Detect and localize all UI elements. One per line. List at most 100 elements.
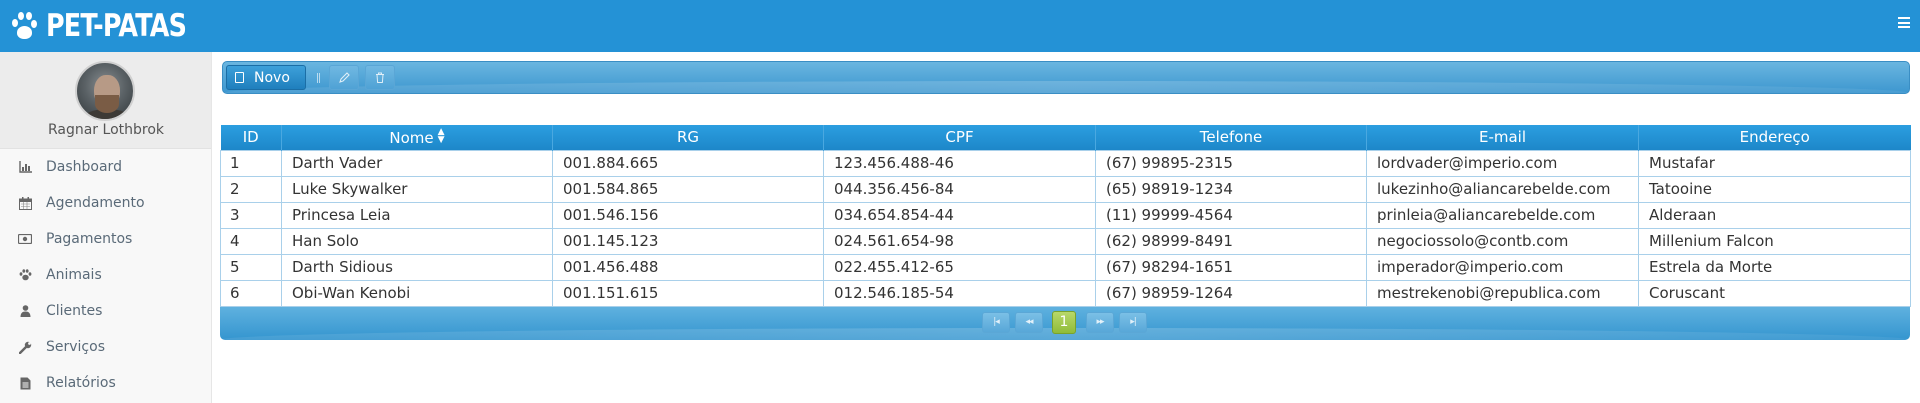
sidebar-item-dashboard[interactable]: Dashboard	[0, 149, 211, 185]
cell-email: lukezinho@aliancarebelde.com	[1366, 175, 1639, 203]
cell-id: 2	[220, 175, 282, 203]
cell-email: imperador@imperio.com	[1366, 253, 1639, 281]
cell-rg: 001.145.123	[552, 227, 824, 255]
cell-telefone: (11) 99999-4564	[1095, 201, 1367, 229]
column-header-id[interactable]: ID	[220, 125, 282, 150]
column-header-endereco[interactable]: Endereço	[1638, 125, 1911, 150]
cell-cpf: 024.561.654-98	[823, 227, 1096, 255]
sidebar-item-label: Animais	[46, 267, 102, 283]
new-button[interactable]: Novo	[226, 65, 306, 90]
sidebar-item-label: Serviços	[46, 339, 105, 355]
cell-cpf: 044.356.456-84	[823, 175, 1096, 203]
cell-rg: 001.884.665	[552, 149, 824, 177]
cell-cpf: 012.546.185-54	[823, 279, 1096, 307]
cell-endereco: Coruscant	[1638, 279, 1911, 307]
cell-endereco: Alderaan	[1638, 201, 1911, 229]
cell-nome: Princesa Leia	[281, 201, 553, 229]
cell-cpf: 034.654.854-44	[823, 201, 1096, 229]
cell-id: 3	[220, 201, 282, 229]
cell-email: lordvader@imperio.com	[1366, 149, 1639, 177]
wrench-icon	[18, 340, 32, 354]
column-header-nome[interactable]: Nome ▲ ▼	[281, 125, 553, 150]
current-page-button[interactable]: 1	[1052, 310, 1076, 334]
sidebar-item-pagamentos[interactable]: Pagamentos	[0, 221, 211, 257]
cell-nome: Han Solo	[281, 227, 553, 255]
cell-rg: 001.584.865	[552, 175, 824, 203]
cell-id: 4	[220, 227, 282, 255]
sidebar: Ragnar Lothbrok Dashboard Agendamento Pa…	[0, 52, 212, 403]
first-page-button[interactable]: |◂	[982, 311, 1010, 333]
cell-nome: Luke Skywalker	[281, 175, 553, 203]
sidebar-item-agendamento[interactable]: Agendamento	[0, 185, 211, 221]
cell-email: mestrekenobi@republica.com	[1366, 279, 1639, 307]
toolbar: Novo	[222, 61, 1910, 94]
table-header: ID Nome ▲ ▼ RG CPF Telefone E-mail Endereç…	[220, 125, 1911, 150]
column-header-email[interactable]: E-mail	[1366, 125, 1639, 150]
document-icon	[235, 72, 244, 83]
cell-nome: Obi-Wan Kenobi	[281, 279, 553, 307]
calendar-icon	[18, 196, 32, 210]
cell-email: prinleia@aliancarebelde.com	[1366, 201, 1639, 229]
sidebar-item-clientes[interactable]: Clientes	[0, 293, 211, 329]
table-row[interactable]: 4 Han Solo 001.145.123 024.561.654-98 (6…	[220, 227, 1911, 255]
cell-telefone: (67) 99895-2315	[1095, 149, 1367, 177]
clients-table: ID Nome ▲ ▼ RG CPF Telefone E-mail Endereç…	[220, 125, 1911, 340]
sort-icon: ▲ ▼	[437, 126, 445, 145]
pagination-bar: |◂ ◂◂ 1 ▸▸ ▸|	[220, 306, 1910, 340]
sidebar-item-servicos[interactable]: Serviços	[0, 329, 211, 365]
column-header-rg[interactable]: RG	[552, 125, 824, 150]
sidebar-item-label: Relatórios	[46, 375, 116, 391]
cell-nome: Darth Sidious	[281, 253, 553, 281]
new-button-label: Novo	[254, 69, 290, 86]
app-logo[interactable]: PET-PATAS	[10, 8, 217, 44]
column-header-cpf[interactable]: CPF	[823, 125, 1096, 150]
paw-icon	[10, 10, 38, 42]
cell-nome: Darth Vader	[281, 149, 553, 177]
cell-endereco: Mustafar	[1638, 149, 1911, 177]
profile-name: Ragnar Lothbrok	[47, 122, 165, 138]
cell-email: negociossolo@contb.com	[1366, 227, 1639, 255]
cell-rg: 001.546.156	[552, 201, 824, 229]
pencil-icon	[338, 72, 350, 83]
cell-rg: 001.456.488	[552, 253, 824, 281]
sidebar-nav: Dashboard Agendamento Pagamentos Animais…	[0, 149, 211, 401]
table-row[interactable]: 6 Obi-Wan Kenobi 001.151.615 012.546.185…	[220, 279, 1911, 307]
sidebar-item-label: Agendamento	[46, 195, 145, 211]
next-page-button[interactable]: ▸▸	[1086, 311, 1114, 333]
sidebar-item-label: Pagamentos	[46, 231, 133, 247]
user-icon	[18, 304, 32, 318]
sidebar-item-label: Clientes	[46, 303, 103, 319]
trash-icon	[376, 72, 384, 83]
table-row[interactable]: 5 Darth Sidious 001.456.488 022.455.412-…	[220, 253, 1911, 281]
toolbar-separator	[317, 73, 320, 83]
paw-icon	[18, 268, 32, 282]
edit-button[interactable]	[329, 65, 359, 90]
column-header-telefone[interactable]: Telefone	[1095, 125, 1367, 150]
table-row[interactable]: 3 Princesa Leia 001.546.156 034.654.854-…	[220, 201, 1911, 229]
cell-id: 6	[220, 279, 282, 307]
cell-telefone: (67) 98294-1651	[1095, 253, 1367, 281]
user-profile: Ragnar Lothbrok	[0, 52, 211, 149]
table-row[interactable]: 2 Luke Skywalker 001.584.865 044.356.456…	[220, 175, 1911, 203]
cell-id: 1	[220, 149, 282, 177]
table-row[interactable]: 1 Darth Vader 001.884.665 123.456.488-46…	[220, 149, 1911, 177]
avatar[interactable]	[75, 61, 135, 121]
cell-id: 5	[220, 253, 282, 281]
cell-endereco: Millenium Falcon	[1638, 227, 1911, 255]
last-page-button[interactable]: ▸|	[1119, 311, 1147, 333]
cell-telefone: (65) 98919-1234	[1095, 175, 1367, 203]
app-title: PET-PATAS	[46, 8, 187, 44]
top-bar: PET-PATAS	[0, 0, 1920, 52]
previous-page-button[interactable]: ◂◂	[1015, 311, 1043, 333]
cell-endereco: Tatooine	[1638, 175, 1911, 203]
sidebar-item-animais[interactable]: Animais	[0, 257, 211, 293]
hamburger-menu-icon[interactable]	[1898, 17, 1910, 28]
file-icon	[18, 376, 32, 390]
delete-button[interactable]	[365, 65, 395, 90]
cell-cpf: 022.455.412-65	[823, 253, 1096, 281]
cell-telefone: (62) 98999-8491	[1095, 227, 1367, 255]
cell-telefone: (67) 98959-1264	[1095, 279, 1367, 307]
bar-chart-icon	[18, 160, 32, 174]
cell-rg: 001.151.615	[552, 279, 824, 307]
sidebar-item-relatorios[interactable]: Relatórios	[0, 365, 211, 401]
